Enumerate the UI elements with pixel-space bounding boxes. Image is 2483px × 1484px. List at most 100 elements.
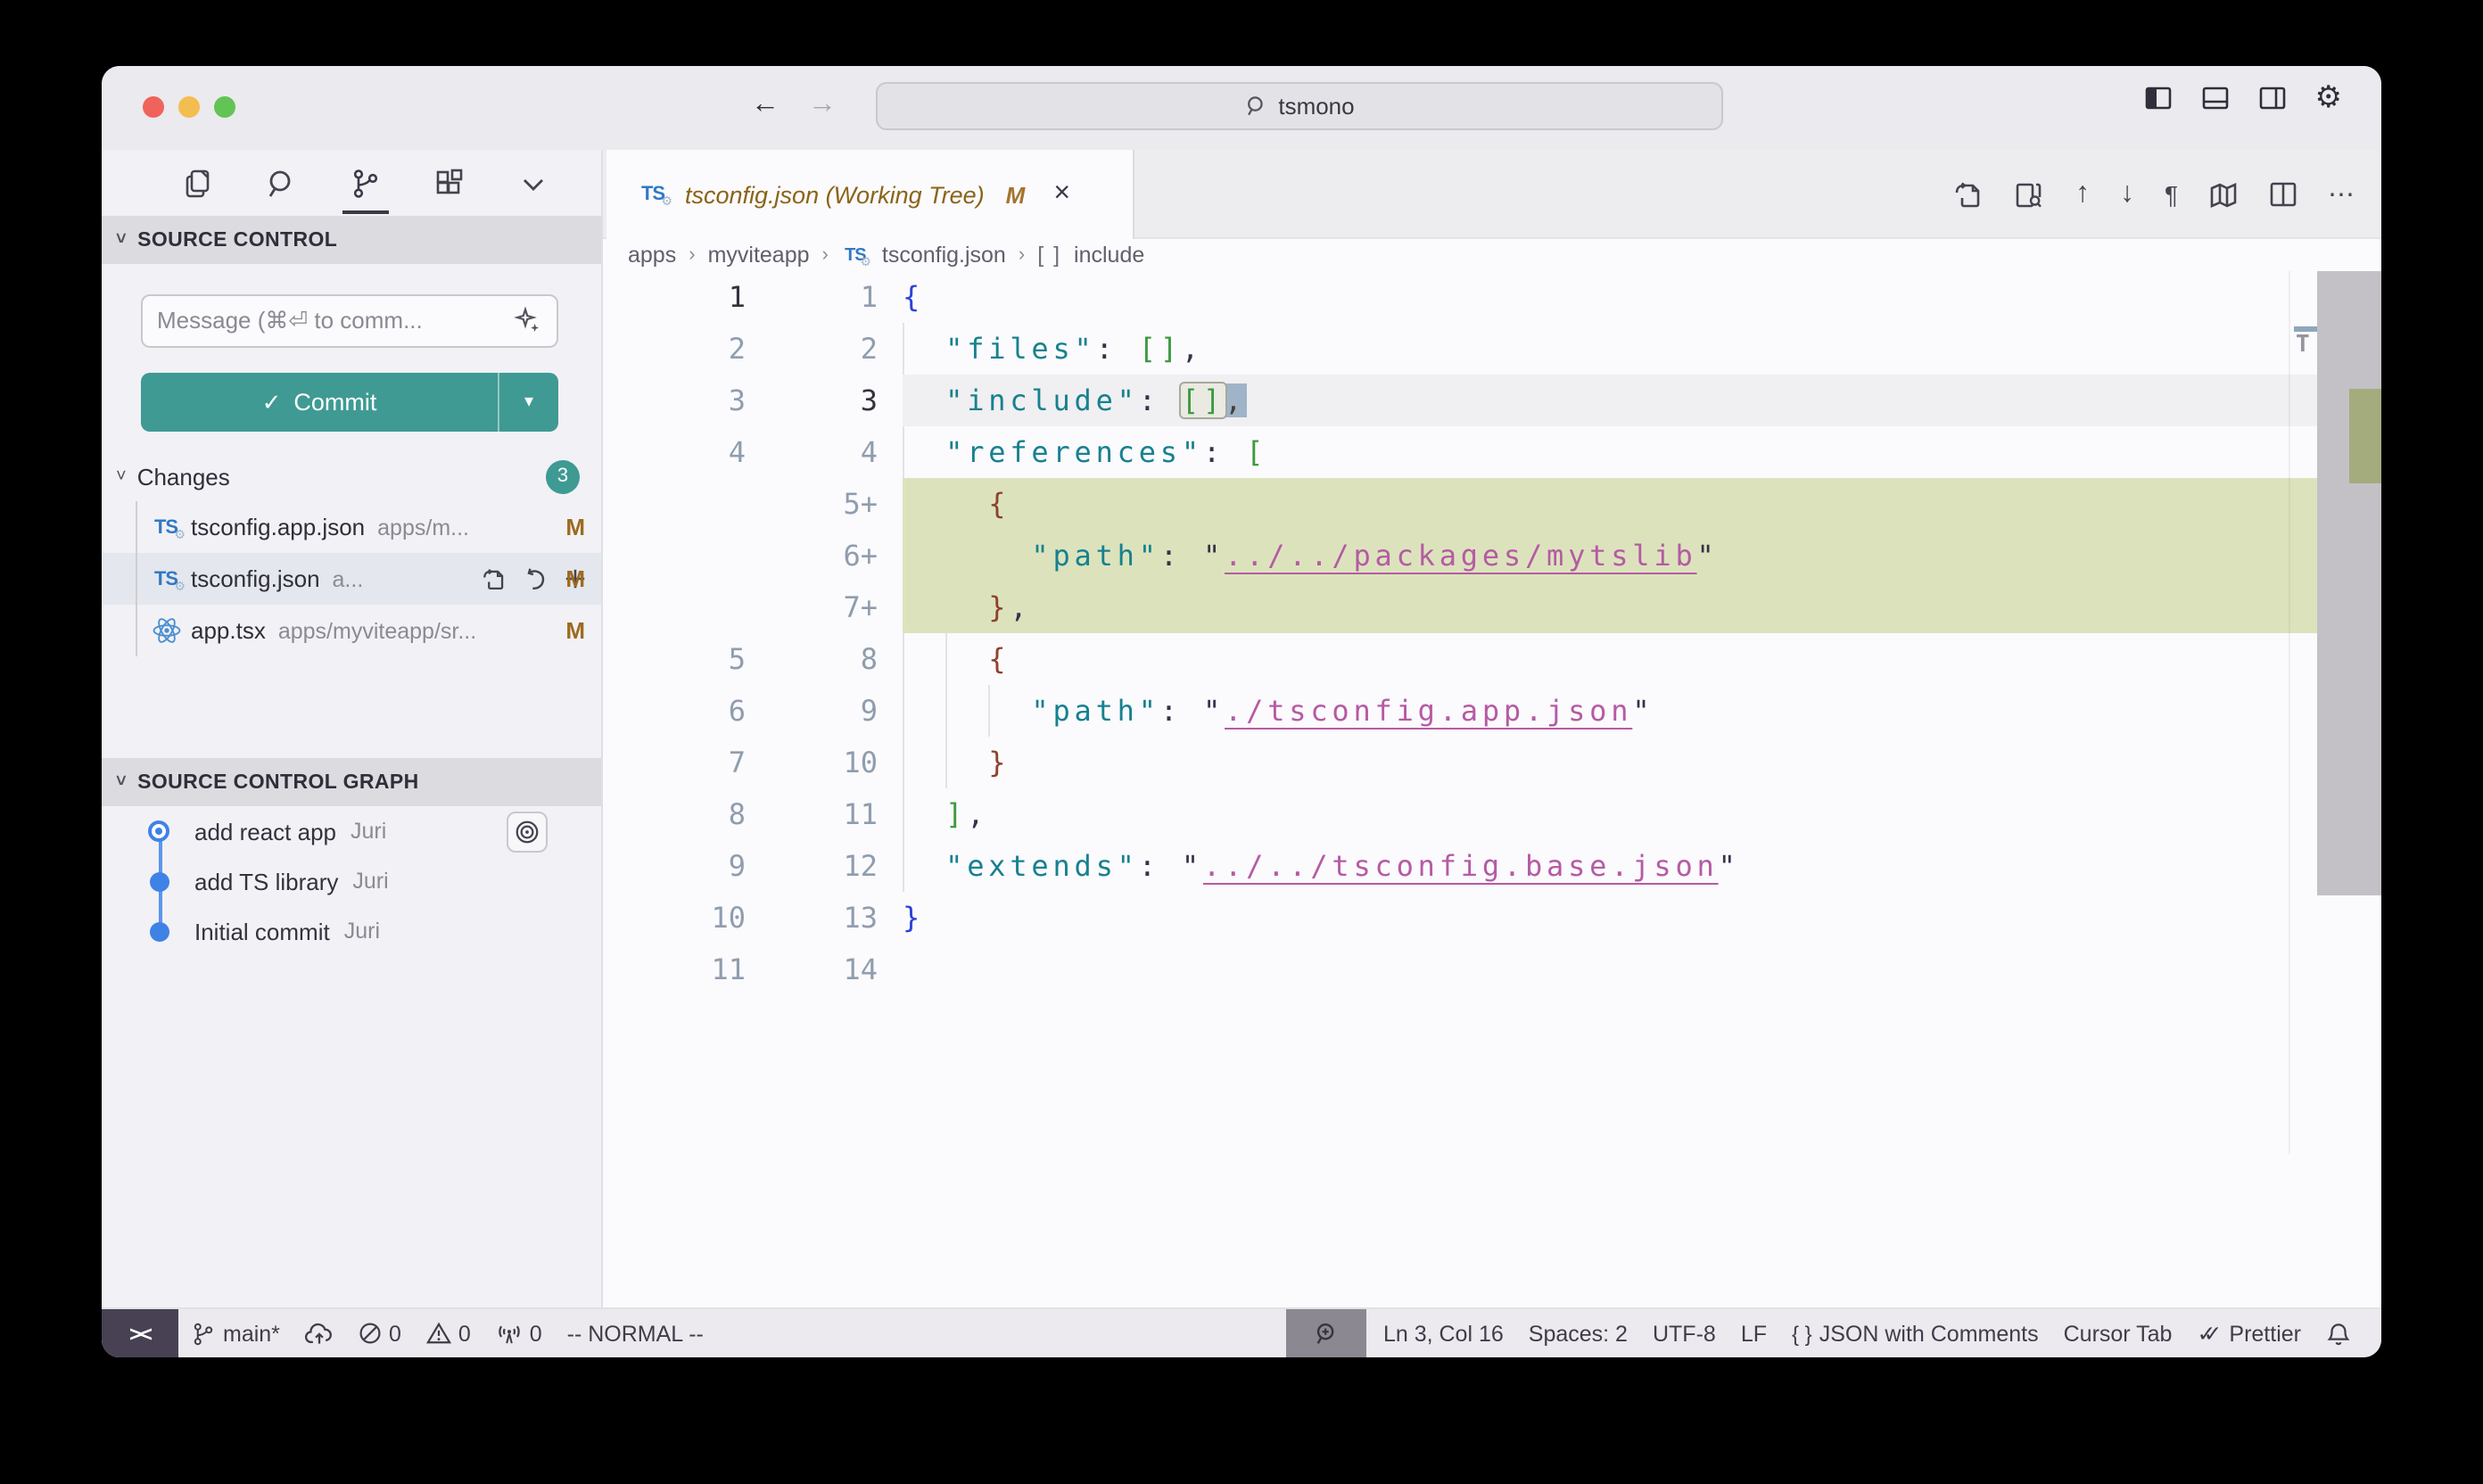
array-symbol-icon: [ ] <box>1037 243 1061 268</box>
sidebar-source-control: ˅ SOURCE CONTROL Message (⌘⏎ to comm... … <box>102 150 603 1307</box>
original-line-number <box>603 581 746 633</box>
scrollbar-thumb[interactable] <box>2317 271 2381 895</box>
settings-gear-icon[interactable]: ⚙ <box>2315 84 2343 112</box>
modified-line-number: 13 <box>774 892 878 944</box>
status-item--normal-[interactable]: -- NORMAL -- <box>555 1321 716 1346</box>
source-control-graph-header[interactable]: ˅ SOURCE CONTROL GRAPH <box>102 758 601 806</box>
overview-ruler-added-marker <box>2349 389 2381 483</box>
status-item-braces[interactable]: { }JSON with Comments <box>1779 1321 2051 1346</box>
tree-indent-guide <box>136 553 137 605</box>
code-line: 912 "extends": "../../tsconfig.base.json… <box>603 840 2381 892</box>
breadcrumb-item[interactable]: include <box>1074 243 1144 268</box>
checkout-target-button[interactable] <box>507 811 548 852</box>
changed-file-row[interactable]: TS⚙tsconfig.app.jsonapps/m...M <box>102 501 601 553</box>
status-item-branch[interactable]: main* <box>178 1321 293 1346</box>
original-line-number: 5 <box>603 633 746 685</box>
changes-chevron-icon: ˅ <box>116 466 127 486</box>
source-control-view-icon[interactable] <box>348 165 384 201</box>
breadcrumb-separator: › <box>822 244 829 266</box>
next-change-icon[interactable]: ↓ <box>2120 178 2134 210</box>
extensions-icon[interactable] <box>432 165 467 201</box>
diff-editor-content[interactable]: 11{22 "files": [],33 "include": [],44 "r… <box>603 271 2381 1307</box>
title-bar: ← → tsmono ⚙ <box>102 66 2381 150</box>
explorer-icon[interactable] <box>180 165 216 201</box>
tree-indent-guide <box>136 605 137 656</box>
status-item-cloud-upload[interactable] <box>293 1321 346 1346</box>
open-changes-icon[interactable] <box>1954 179 1984 210</box>
added-line-highlight <box>903 478 2317 530</box>
modified-line-number: 11 <box>774 788 878 840</box>
active-view-underline <box>342 210 389 213</box>
original-line-number: 2 <box>603 323 746 375</box>
search-view-icon[interactable] <box>264 165 300 201</box>
status-item-warning[interactable]: 0 <box>414 1321 483 1346</box>
commit-message-placeholder: Message (⌘⏎ to comm... <box>157 307 514 335</box>
status-item-double-check[interactable]: ✓✓Prettier <box>2184 1320 2314 1347</box>
toggle-secondary-sidebar-icon[interactable] <box>2258 84 2287 112</box>
commit-row[interactable]: add react appJuri <box>102 806 601 856</box>
source-control-section-header[interactable]: ˅ SOURCE CONTROL <box>102 216 601 264</box>
modified-line-number: 3 <box>774 375 878 426</box>
discard-changes-icon[interactable] <box>523 566 548 591</box>
original-line-number: 11 <box>603 944 746 995</box>
review-changes-icon[interactable] <box>2015 179 2045 210</box>
commit-message-input[interactable]: Message (⌘⏎ to comm... <box>141 294 558 348</box>
react-file-icon <box>148 615 184 646</box>
status-item-ln-3-col-16[interactable]: Ln 3, Col 16 <box>1371 1321 1516 1346</box>
remote-indicator[interactable]: >< <box>102 1308 178 1357</box>
status-item-cursor-tab[interactable]: Cursor Tab <box>2051 1321 2185 1346</box>
zoom-indicator[interactable] <box>1287 1308 1367 1357</box>
minimize-window-button[interactable] <box>178 96 200 118</box>
file-name: app.tsx <box>191 617 266 644</box>
code-line: 11 14 <box>603 944 2381 995</box>
status-item-spaces-2[interactable]: Spaces: 2 <box>1516 1321 1640 1346</box>
toggle-whitespace-icon[interactable]: ¶ <box>2165 180 2178 209</box>
status-item-utf-8[interactable]: UTF-8 <box>1640 1321 1728 1346</box>
modified-line-number: 14 <box>774 944 878 995</box>
sparkle-icon[interactable] <box>514 307 542 335</box>
nav-forward-icon[interactable]: → <box>808 87 837 123</box>
breadcrumb-item[interactable]: myviteapp <box>708 243 810 268</box>
nav-back-icon[interactable]: ← <box>751 87 780 123</box>
path-link[interactable]: ./tsconfig.app.json <box>1225 694 1632 728</box>
status-item-broadcast[interactable]: 0 <box>483 1321 555 1346</box>
zoom-window-button[interactable] <box>214 96 235 118</box>
toggle-panel-icon[interactable] <box>2201 84 2230 112</box>
ts-file-icon: TS⚙ <box>841 245 870 265</box>
commit-row[interactable]: Initial commitJuri <box>102 906 601 956</box>
code-line: 11{ <box>603 271 2381 323</box>
command-center-search[interactable]: tsmono <box>876 82 1723 130</box>
changes-header[interactable]: ˅ Changes 3 <box>102 451 601 501</box>
changed-file-row[interactable]: TS⚙tsconfig.jsona...M <box>102 553 601 605</box>
changed-file-row[interactable]: app.tsxapps/myviteapp/sr...M <box>102 605 601 656</box>
breadcrumb-item[interactable]: apps <box>628 243 676 268</box>
split-editor-icon[interactable] <box>2269 180 2297 209</box>
previous-change-icon[interactable]: ↑ <box>2075 178 2090 210</box>
editor-actions: ↑ ↓ ¶ ⋯ <box>1954 150 2356 239</box>
additional-views-chevron-icon[interactable] <box>516 165 551 201</box>
ts-file-icon: TS⚙ <box>148 568 184 589</box>
status-item-bell[interactable] <box>2314 1321 2363 1346</box>
breadcrumb-item[interactable]: tsconfig.json <box>882 243 1006 268</box>
original-line-number: 7 <box>603 737 746 788</box>
original-line-number: 4 <box>603 426 746 478</box>
modified-status-badge: M <box>565 514 585 540</box>
commit-dropdown-button[interactable]: ▾ <box>498 373 558 432</box>
map-icon[interactable] <box>2208 179 2239 210</box>
status-item-lf[interactable]: LF <box>1728 1321 1779 1346</box>
more-actions-icon[interactable]: ⋯ <box>2328 178 2356 210</box>
toggle-primary-sidebar-icon[interactable] <box>2144 84 2173 112</box>
tab-tsconfig-working-tree[interactable]: TS⚙ tsconfig.json (Working Tree) M × <box>606 150 1134 239</box>
path-link[interactable]: ../../packages/mytslib <box>1225 539 1696 573</box>
commit-button[interactable]: ✓ Commit ▾ <box>141 373 558 432</box>
path-link[interactable]: ../../tsconfig.base.json <box>1203 849 1719 883</box>
status-bar: >< main*000-- NORMAL -- Ln 3, Col 16Spac… <box>102 1307 2381 1357</box>
close-window-button[interactable] <box>143 96 164 118</box>
commit-author: Juri <box>351 819 386 844</box>
editor-scrollbar[interactable] <box>2317 271 2381 1307</box>
open-file-icon[interactable] <box>482 566 507 591</box>
commit-row[interactable]: add TS libraryJuri <box>102 856 601 906</box>
status-item-error[interactable]: 0 <box>346 1321 414 1346</box>
tab-close-icon[interactable]: × <box>1053 178 1070 210</box>
breadcrumb: apps›myviteapp›TS⚙tsconfig.json›[ ]inclu… <box>603 239 2381 271</box>
